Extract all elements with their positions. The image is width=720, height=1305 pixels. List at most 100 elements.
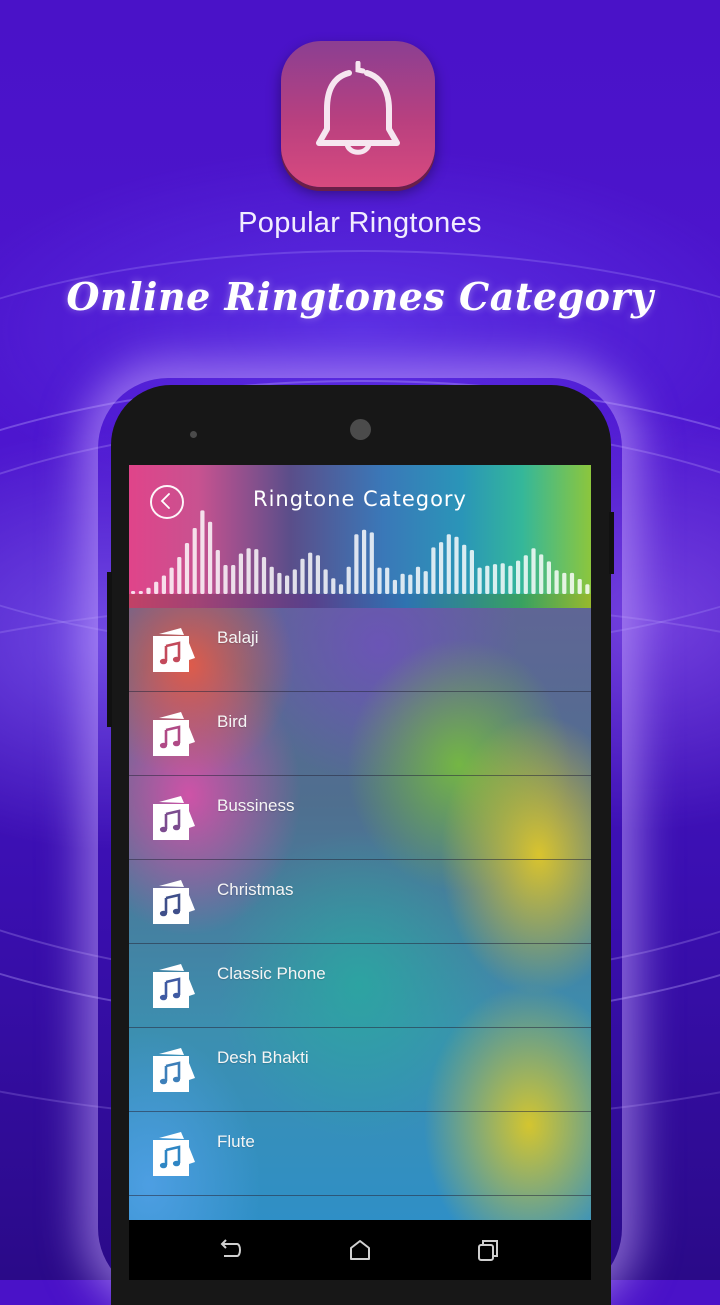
equalizer-bar xyxy=(516,560,521,594)
equalizer-bar xyxy=(469,550,474,594)
music-album-icon xyxy=(153,712,195,756)
equalizer-bar xyxy=(562,572,567,594)
back-icon xyxy=(220,1239,241,1257)
equalizer-bar xyxy=(238,553,243,594)
equalizer-bar xyxy=(531,548,536,594)
equalizer-bar xyxy=(415,566,421,594)
equalizer-bar xyxy=(523,555,528,594)
category-list-item[interactable]: Christmas xyxy=(129,860,591,944)
app-screen: Ringtone Category Balaji Bird Bussiness Chr… xyxy=(129,465,591,1220)
equalizer-bar xyxy=(261,557,267,594)
equalizer-bar xyxy=(138,591,143,594)
category-list-item[interactable]: Bird xyxy=(129,692,591,776)
equalizer-bar xyxy=(569,572,575,594)
equalizer-bar xyxy=(439,542,444,594)
phone-sensor xyxy=(190,431,197,438)
music-album-icon xyxy=(153,796,195,840)
equalizer-bar xyxy=(508,565,513,594)
equalizer-bar xyxy=(338,584,344,594)
equalizer-bar xyxy=(477,567,482,594)
equalizer-bar xyxy=(369,532,374,594)
equalizer-bar xyxy=(231,565,236,594)
phone-camera xyxy=(350,419,371,440)
equalizer-bar xyxy=(492,564,498,594)
category-list: Balaji Bird Bussiness Christmas Classic Phon… xyxy=(129,608,591,1196)
home-icon xyxy=(350,1240,370,1260)
equalizer-bar xyxy=(215,550,220,594)
music-album-icon xyxy=(153,880,195,924)
equalizer-bar xyxy=(431,547,436,594)
equalizer-bar xyxy=(292,569,297,594)
equalizer-visual xyxy=(131,510,590,594)
system-nav-bar xyxy=(129,1220,591,1280)
app-icon xyxy=(281,41,435,187)
equalizer-bar xyxy=(577,579,582,594)
equalizer-bar xyxy=(315,555,320,594)
category-label: Flute xyxy=(217,1132,255,1151)
equalizer-bar xyxy=(146,587,151,594)
category-list-item[interactable]: Flute xyxy=(129,1112,591,1196)
equalizer-bar xyxy=(331,578,336,594)
equalizer-bar xyxy=(392,579,397,594)
music-album-icon xyxy=(153,1132,195,1176)
screen-header: Ringtone Category xyxy=(129,465,591,608)
category-list-item[interactable]: Balaji xyxy=(129,608,591,692)
app-subtitle: Popular Ringtones xyxy=(238,207,482,239)
category-label: Balaji xyxy=(217,628,259,647)
phone-side-button xyxy=(107,572,112,727)
equalizer-bar xyxy=(546,561,551,594)
equalizer-bar xyxy=(269,566,274,594)
equalizer-bar xyxy=(254,549,259,594)
equalizer-bar xyxy=(362,529,367,594)
equalizer-bar xyxy=(300,558,305,594)
nav-back-button[interactable] xyxy=(217,1238,243,1262)
equalizer-bar xyxy=(277,572,282,594)
equalizer-bar xyxy=(177,557,182,594)
equalizer-bar xyxy=(377,567,382,594)
equalizer-bar xyxy=(308,552,313,594)
equalizer-bar xyxy=(585,584,590,594)
equalizer-bar xyxy=(200,510,205,594)
equalizer-bar xyxy=(246,548,251,594)
equalizer-bar xyxy=(400,573,405,594)
equalizer-bar xyxy=(169,567,174,594)
equalizer-bar xyxy=(423,571,428,594)
category-list-item[interactable]: Bussiness xyxy=(129,776,591,860)
recents-icon xyxy=(478,1240,498,1261)
equalizer-bar xyxy=(161,575,166,594)
equalizer-bar xyxy=(323,569,328,594)
category-list-item[interactable]: Classic Phone xyxy=(129,944,591,1028)
promo-headline: Online Ringtones Category xyxy=(66,274,654,319)
nav-recents-button[interactable] xyxy=(475,1238,501,1262)
equalizer-bar xyxy=(154,581,159,594)
equalizer-bar xyxy=(446,534,451,594)
category-label: Christmas xyxy=(217,880,294,899)
category-list-item[interactable]: Desh Bhakti xyxy=(129,1028,591,1112)
equalizer-bar xyxy=(539,554,544,594)
equalizer-bar xyxy=(454,536,459,594)
bell-icon xyxy=(316,61,400,155)
equalizer-bar xyxy=(346,566,351,594)
equalizer-bar xyxy=(554,570,559,594)
equalizer-bar xyxy=(462,544,467,594)
equalizer-bar xyxy=(408,574,413,594)
music-album-icon xyxy=(153,628,195,672)
equalizer-bar xyxy=(385,567,390,594)
category-label: Bird xyxy=(217,712,248,731)
nav-home-button[interactable] xyxy=(347,1238,373,1262)
equalizer-bar xyxy=(223,565,228,594)
equalizer-bar xyxy=(500,563,505,594)
equalizer-bar xyxy=(184,543,190,594)
equalizer-bar xyxy=(192,528,197,594)
category-label: Bussiness xyxy=(217,796,295,815)
category-label: Classic Phone xyxy=(217,964,326,983)
equalizer-bar xyxy=(131,591,136,594)
phone-side-button xyxy=(609,512,614,574)
equalizer-bar xyxy=(485,565,490,594)
equalizer-bar xyxy=(208,521,213,594)
equalizer-bar xyxy=(354,534,359,594)
category-label: Desh Bhakti xyxy=(217,1048,309,1067)
music-album-icon xyxy=(153,1048,195,1092)
equalizer-bar xyxy=(285,575,290,594)
music-album-icon xyxy=(153,964,195,1008)
